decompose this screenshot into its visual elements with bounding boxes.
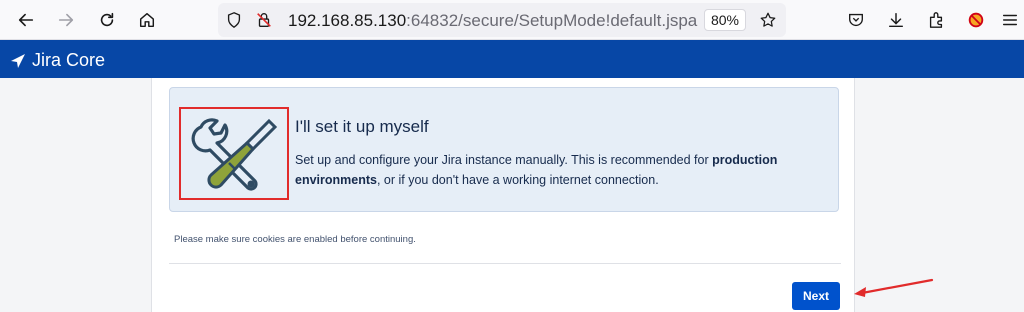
insecure-lock-icon[interactable] xyxy=(250,6,278,34)
back-icon[interactable] xyxy=(12,6,40,34)
product-name: Jira Core xyxy=(32,50,106,70)
url-path: :64832/secure/SetupMode!default.jspa xyxy=(406,11,698,30)
url-text[interactable]: 192.168.85.130:64832/secure/SetupMode!de… xyxy=(288,11,697,31)
tools-icon xyxy=(179,107,289,200)
option-title: I'll set it up myself xyxy=(295,117,429,136)
browser-toolbar: 192.168.85.130:64832/secure/SetupMode!de… xyxy=(0,0,1024,40)
blocker-icon[interactable] xyxy=(962,6,990,34)
option-desc-tail: , or if you don't have a working interne… xyxy=(376,173,659,187)
jira-header: Jira Core xyxy=(0,40,1024,78)
option-desc-text: Set up and configure your Jira instance … xyxy=(295,153,713,167)
next-button[interactable]: Next xyxy=(792,282,840,310)
address-bar[interactable]: 192.168.85.130:64832/secure/SetupMode!de… xyxy=(218,3,786,37)
download-icon[interactable] xyxy=(882,6,910,34)
home-icon[interactable] xyxy=(133,6,161,34)
extensions-icon[interactable] xyxy=(922,6,950,34)
zoom-level[interactable]: 80% xyxy=(704,9,746,31)
cookie-note: Please make sure cookies are enabled bef… xyxy=(174,234,416,245)
divider xyxy=(169,263,841,264)
pocket-icon[interactable] xyxy=(842,6,870,34)
star-icon[interactable] xyxy=(754,6,782,34)
annotation-arrow xyxy=(854,278,934,297)
reload-icon[interactable] xyxy=(93,6,121,34)
forward-icon[interactable] xyxy=(52,6,80,34)
jira-logo[interactable]: Jira Core xyxy=(10,50,105,71)
setup-panel: I'll set it up myself Set up and configu… xyxy=(151,78,855,312)
shield-icon[interactable] xyxy=(220,6,248,34)
menu-icon[interactable] xyxy=(996,6,1024,34)
setup-option-card[interactable]: I'll set it up myself Set up and configu… xyxy=(169,87,839,212)
jira-logo-icon xyxy=(11,53,25,68)
option-description: Set up and configure your Jira instance … xyxy=(295,150,815,190)
url-host: 192.168.85.130 xyxy=(288,11,407,30)
